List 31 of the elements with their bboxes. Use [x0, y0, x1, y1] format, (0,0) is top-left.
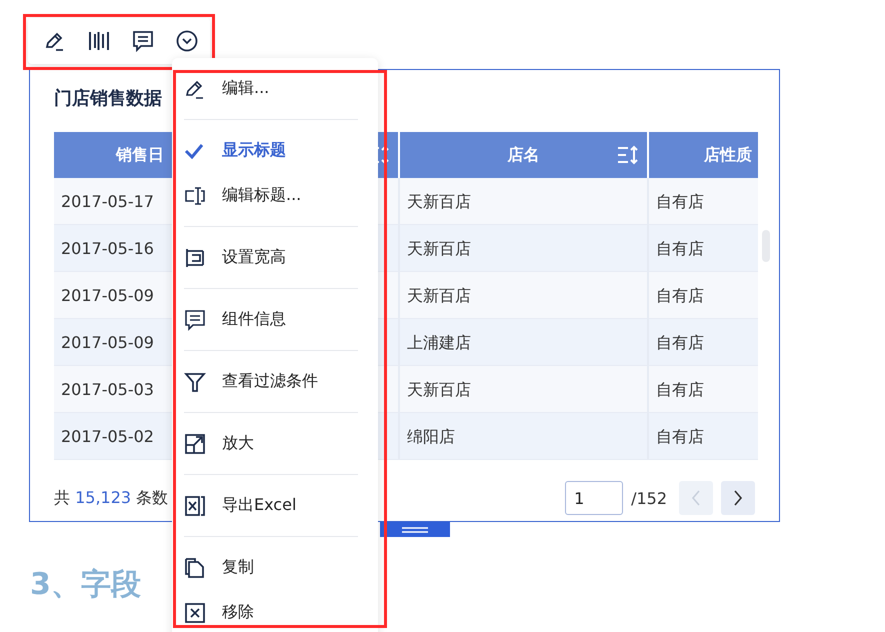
menu-item[interactable]: 导出Excel	[172, 483, 378, 528]
column-header[interactable]: 店名	[400, 132, 649, 178]
comment-icon[interactable]	[132, 30, 154, 52]
sort-icon[interactable]	[617, 145, 639, 165]
columns-icon[interactable]	[88, 30, 110, 52]
text-cursor-icon	[184, 184, 206, 206]
page-total: /152	[631, 488, 667, 508]
widget-title: 门店销售数据	[54, 87, 162, 111]
chevron-down-circle-icon[interactable]	[176, 30, 198, 52]
chevron-left-icon	[691, 490, 701, 506]
close-icon	[184, 602, 206, 624]
menu-item[interactable]: 移除	[172, 590, 378, 632]
next-page-button[interactable]	[721, 481, 755, 515]
table-cell: 自有店	[649, 413, 758, 460]
section-heading: 3、字段	[30, 567, 141, 603]
chevron-right-icon	[733, 490, 743, 506]
expand-icon	[184, 432, 206, 454]
pen-icon[interactable]	[44, 30, 66, 52]
copy-icon	[184, 556, 206, 578]
record-count: 共 15,123 条数	[54, 488, 168, 508]
column-header[interactable]: 店性质	[649, 132, 758, 178]
menu-item[interactable]: 编辑...	[172, 66, 378, 111]
spreadsheet-export-icon	[184, 494, 206, 516]
table-cell: 绵阳店	[400, 413, 649, 460]
resize-icon	[184, 246, 206, 268]
comment-icon	[184, 308, 206, 330]
checkmark-icon	[184, 142, 204, 158]
menu-item[interactable]: 复制	[172, 545, 378, 590]
page-input[interactable]: 1	[565, 481, 624, 515]
resize-handle[interactable]	[380, 522, 450, 537]
filter-icon	[184, 370, 206, 392]
